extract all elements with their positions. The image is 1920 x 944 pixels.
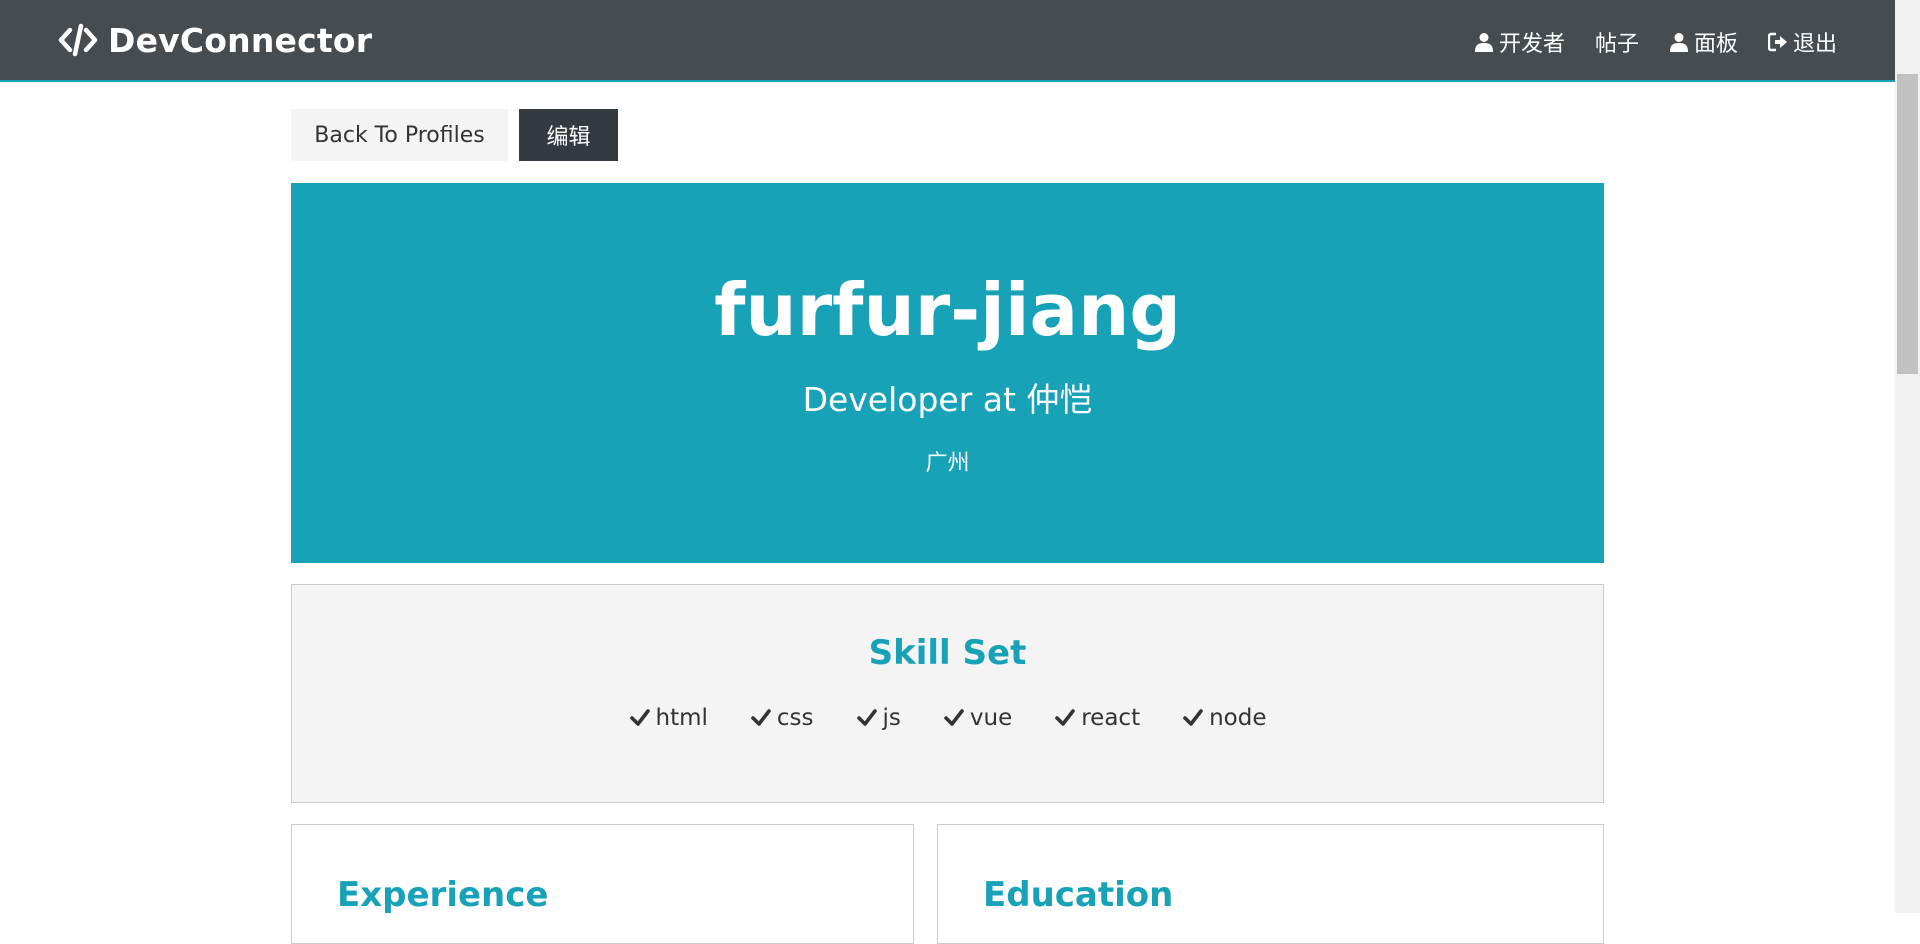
code-icon <box>58 23 98 57</box>
skill-label: vue <box>969 705 1013 731</box>
edit-button[interactable]: 编辑 <box>519 109 618 161</box>
check-icon <box>856 709 877 726</box>
profile-name: furfur-jiang <box>714 268 1181 352</box>
check-icon <box>944 709 964 726</box>
skill-item: react <box>1054 705 1140 731</box>
skills-section: Skill Set html css js vue react node <box>291 584 1604 803</box>
skill-item: css <box>750 705 814 731</box>
user-icon <box>1474 33 1493 52</box>
skill-item: node <box>1182 705 1267 731</box>
education-title: Education <box>983 875 1174 915</box>
user-icon <box>1669 33 1688 52</box>
skill-item: js <box>856 705 901 731</box>
navbar: DevConnector 开发者 帖子 面板 退出 <box>0 0 1895 82</box>
profile-location: 广州 <box>925 451 970 476</box>
nav-link-logout[interactable]: 退出 <box>1767 26 1837 58</box>
scrollbar-thumb[interactable] <box>1897 74 1918 374</box>
nav-link-label: 面板 <box>1693 32 1738 57</box>
brand-text: DevConnector <box>108 20 373 60</box>
skills-title: Skill Set <box>868 633 1027 673</box>
skill-label: html <box>655 705 708 731</box>
skill-label: react <box>1081 705 1141 731</box>
nav-link-label: 帖子 <box>1594 32 1639 57</box>
nav-link-label: 退出 <box>1792 32 1837 57</box>
nav-link-dashboard[interactable]: 面板 <box>1669 26 1738 58</box>
skill-label: css <box>776 705 814 731</box>
check-icon <box>1183 709 1203 726</box>
nav-link-label: 开发者 <box>1498 32 1565 57</box>
skills-list: html css js vue react node <box>292 705 1603 731</box>
nav-link-posts[interactable]: 帖子 <box>1595 26 1639 58</box>
experience-section: Experience <box>291 824 914 944</box>
vertical-scrollbar[interactable] <box>1895 0 1920 913</box>
skill-item: html <box>629 705 708 731</box>
sign-out-icon <box>1767 32 1787 52</box>
check-icon <box>751 709 771 726</box>
skill-label: node <box>1209 705 1267 731</box>
nav-link-developers[interactable]: 开发者 <box>1474 26 1565 58</box>
education-section: Education <box>937 824 1604 944</box>
skill-item: vue <box>943 705 1012 731</box>
skill-label: js <box>882 705 901 731</box>
profile-header: furfur-jiang Developer at 仲恺 广州 <box>291 183 1604 563</box>
brand-link[interactable]: DevConnector <box>58 20 372 60</box>
experience-title: Experience <box>337 875 549 915</box>
check-icon <box>1055 709 1076 726</box>
check-icon <box>629 709 650 726</box>
nav-links: 开发者 帖子 面板 退出 <box>1444 26 1837 58</box>
profile-status: Developer at 仲恺 <box>802 380 1093 419</box>
back-to-profiles-button[interactable]: Back To Profiles <box>291 109 508 161</box>
